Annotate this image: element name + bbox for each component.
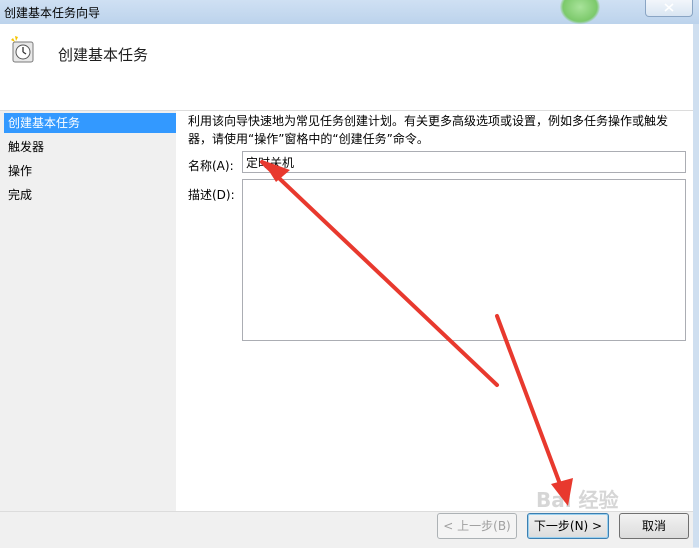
- cancel-button[interactable]: 取消: [619, 513, 689, 539]
- window-close-button[interactable]: [645, 0, 693, 17]
- name-label: 名称(A):: [188, 159, 234, 173]
- close-icon: [664, 3, 674, 12]
- wizard-step-list: 创建基本任务 触发器 操作 完成: [0, 111, 176, 511]
- step-action[interactable]: 操作: [4, 161, 176, 181]
- step-trigger[interactable]: 触发器: [4, 137, 176, 157]
- wizard-description: 利用该向导快速地为常见任务创建计划。有关更多高级选项或设置，例如多任务操作或触发…: [188, 112, 688, 148]
- next-button[interactable]: 下一步(N) >: [527, 513, 609, 539]
- description-line-2: 器，请使用“操作”窗格中的“创建任务”命令。: [188, 132, 429, 146]
- description-label: 描述(D):: [188, 188, 235, 202]
- page-title: 创建基本任务: [58, 46, 149, 64]
- clock-icon: [11, 36, 34, 63]
- window-title-bar: 创建基本任务向导: [0, 0, 699, 24]
- name-input[interactable]: [242, 151, 686, 173]
- wizard-frame: 创建基本任务 创建基本任务 触发器 操作 完成 利用该向导快速地为常见任务创建计…: [0, 24, 699, 548]
- description-textarea[interactable]: [242, 179, 686, 341]
- wizard-footer: < 上一步(B) 下一步(N) > 取消: [0, 511, 693, 548]
- step-create-basic-task[interactable]: 创建基本任务: [4, 113, 176, 133]
- window-title: 创建基本任务向导: [4, 6, 101, 20]
- step-finish[interactable]: 完成: [4, 185, 176, 205]
- wizard-header: 创建基本任务: [0, 24, 693, 110]
- description-line-1: 利用该向导快速地为常见任务创建计划。有关更多高级选项或设置，例如多任务操作或触发: [188, 114, 669, 128]
- back-button[interactable]: < 上一步(B): [437, 513, 517, 539]
- decorative-blob: [560, 0, 600, 24]
- baidu-watermark: Bai 经验: [536, 488, 619, 512]
